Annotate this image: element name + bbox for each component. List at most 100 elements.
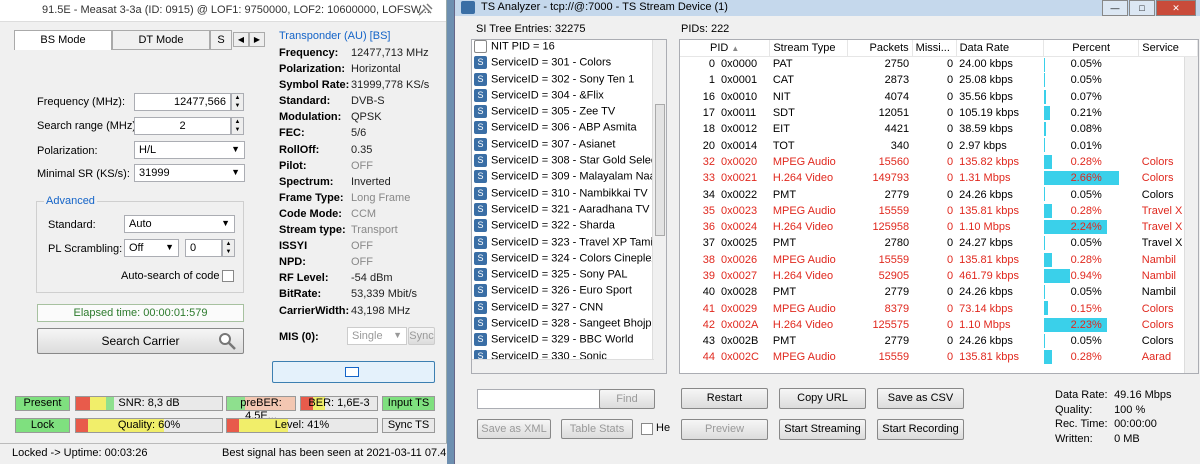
- tree-vertical-scrollbar[interactable]: [652, 40, 666, 373]
- save-csv-button[interactable]: Save as CSV: [877, 388, 964, 409]
- pids-table: PID ▲ Stream Type Packets Missi... Data …: [680, 40, 1198, 366]
- table-row[interactable]: 41 0x0029 MPEG Audio 8379 0 73.14 kbps 0.15% Co…: [680, 300, 1198, 316]
- search-range-input[interactable]: 2: [134, 117, 231, 135]
- si-tree-item[interactable]: S ServiceID = 323 - Travel XP Tamil: [472, 235, 666, 252]
- table-row[interactable]: 42 0x002A H.264 Video 125575 0 1.10 Mbps 2.23%…: [680, 317, 1198, 333]
- table-row[interactable]: 44 0x002C MPEG Audio 15559 0 135.81 kbps 0.28%…: [680, 349, 1198, 365]
- service-icon: S: [474, 105, 487, 119]
- si-tree-item[interactable]: S ServiceID = 324 - Colors Cineplex: [472, 251, 666, 268]
- table-row[interactable]: 38 0x0026 MPEG Audio 15559 0 135.81 kbps 0.28%…: [680, 252, 1198, 268]
- spec-value: DVB-S: [351, 95, 385, 108]
- si-tree-item[interactable]: S ServiceID = 329 - BBC World: [472, 333, 666, 349]
- si-tree-panel: SI Tree Entries: 32275 NIT PID = 16 S Serv…: [471, 23, 667, 374]
- percent-value: 0.07%: [1070, 90, 1102, 103]
- spec-key: ISSYI: [279, 240, 308, 253]
- tab-s-mode[interactable]: S: [210, 30, 232, 50]
- column-header-data-rate[interactable]: Data Rate: [956, 40, 1045, 57]
- close-icon[interactable]: ✕: [1156, 0, 1196, 16]
- tab-scroll-left-icon[interactable]: ◀: [233, 32, 249, 47]
- tab-bs-mode[interactable]: BS Mode: [14, 30, 112, 50]
- service-icon: S: [474, 121, 487, 135]
- table-row[interactable]: 35 0x0023 MPEG Audio 15559 0 135.81 kbps 0.28%…: [680, 203, 1198, 219]
- spec-row: Symbol Rate: 31999,778 KS/s: [279, 79, 444, 95]
- table-row[interactable]: 39 0x0027 H.264 Video 52905 0 461.79 kbps 0.94…: [680, 268, 1198, 284]
- si-tree-item[interactable]: S ServiceID = 326 - Euro Sport: [472, 284, 666, 300]
- si-tree-item[interactable]: S ServiceID = 321 - Aaradhana TV: [472, 202, 666, 219]
- cell-packets: 15559: [878, 253, 910, 266]
- search-carrier-button[interactable]: Search Carrier: [37, 328, 244, 354]
- cell-packets: 12051: [878, 107, 910, 120]
- cell-pid: 0 0x0000: [680, 56, 770, 72]
- si-tree-item[interactable]: S ServiceID = 325 - Sony PAL: [472, 268, 666, 284]
- table-row[interactable]: 0 0x0000 PAT 2750 0 24.00 kbps 0.05%: [680, 56, 1198, 72]
- restart-button[interactable]: Restart: [681, 388, 768, 409]
- table-row[interactable]: 18 0x0012 EIT 4421 0 38.59 kbps 0.08%: [680, 121, 1198, 137]
- search-range-spinner[interactable]: ▲ ▼: [231, 117, 244, 135]
- pl-scrambling-select[interactable]: Off ▼: [124, 239, 179, 257]
- si-tree-item[interactable]: S ServiceID = 310 - Nambikkai TV: [472, 186, 666, 203]
- table-row[interactable]: 32 0x0020 MPEG Audio 15560 0 135.82 kbps 0.28%…: [680, 154, 1198, 170]
- polarization-select[interactable]: H/L ▼: [134, 141, 245, 159]
- find-button[interactable]: Find: [599, 389, 655, 409]
- start-streaming-button[interactable]: Start Streaming: [779, 419, 866, 440]
- copy-url-button[interactable]: Copy URL: [779, 388, 866, 409]
- si-tree-item-label: ServiceID = 307 - Asianet: [491, 138, 616, 151]
- pl-code-spinner[interactable]: ▲ ▼: [222, 239, 235, 257]
- si-tree-list[interactable]: NIT PID = 16 S ServiceID = 301 - Colors S Se…: [471, 39, 667, 374]
- table-row[interactable]: 16 0x0010 NIT 4074 0 35.56 kbps 0.07%: [680, 89, 1198, 105]
- minimize-icon[interactable]: —: [1102, 0, 1128, 16]
- column-header-pid[interactable]: PID ▲: [680, 40, 771, 57]
- column-header-missing[interactable]: Missi...: [912, 40, 957, 57]
- si-tree-item[interactable]: S ServiceID = 322 - Sharda: [472, 219, 666, 235]
- autosearch-checkbox[interactable]: [222, 270, 234, 282]
- service-icon: S: [474, 235, 487, 249]
- pids-vertical-scrollbar[interactable]: [1184, 57, 1198, 373]
- table-row[interactable]: 1 0x0001 CAT 2873 0 25.08 kbps 0.05%: [680, 72, 1198, 88]
- si-tree-item[interactable]: S ServiceID = 308 - Star Gold Select: [472, 154, 666, 170]
- tree-horizontal-scrollbar[interactable]: [472, 359, 654, 373]
- table-row[interactable]: 20 0x0014 TOT 340 0 2.97 kbps 0.01%: [680, 137, 1198, 153]
- si-tree-item[interactable]: S ServiceID = 301 - Colors: [472, 56, 666, 72]
- si-tree-item[interactable]: S ServiceID = 328 - Sangeet Bhojpur: [472, 317, 666, 333]
- table-row[interactable]: 17 0x0011 SDT 12051 0 105.19 kbps 0.21%: [680, 105, 1198, 121]
- tab-scroll-right-icon[interactable]: ▶: [249, 32, 265, 47]
- table-row[interactable]: 40 0x0028 PMT 2779 0 24.26 kbps 0.05% Nambil: [680, 284, 1198, 300]
- stat-value: 49.16 Mbps: [1114, 389, 1172, 401]
- si-tree-item[interactable]: S ServiceID = 302 - Sony Ten 1: [472, 72, 666, 89]
- pids-table-body: 0 0x0000 PAT 2750 0 24.00 kbps 0.05% 1 0x0001 CAT…: [680, 56, 1198, 366]
- si-tree-item[interactable]: S ServiceID = 307 - Asianet: [472, 137, 666, 154]
- mis-mode-select: Single ▼: [347, 327, 407, 345]
- save-xml-button[interactable]: Save as XML: [477, 419, 551, 439]
- column-header-stream-type[interactable]: Stream Type: [769, 40, 849, 57]
- cell-pid: 1 0x0001: [680, 72, 770, 88]
- cell-percent: 0.05%: [1043, 235, 1139, 251]
- table-stats-button[interactable]: Table Stats: [561, 419, 633, 439]
- tab-dt-mode[interactable]: DT Mode: [112, 30, 210, 50]
- column-header-packets[interactable]: Packets: [847, 40, 913, 57]
- table-row[interactable]: 37 0x0025 PMT 2780 0 24.27 kbps 0.05% Travel X: [680, 235, 1198, 251]
- column-header-percent[interactable]: Percent: [1043, 40, 1140, 57]
- minimal-sr-select[interactable]: 31999 ▼: [134, 164, 245, 182]
- window-toggle-button[interactable]: [272, 361, 435, 383]
- table-row[interactable]: 36 0x0024 H.264 Video 125958 0 1.10 Mbps 2.24%…: [680, 219, 1198, 235]
- maximize-icon[interactable]: □: [1129, 0, 1155, 16]
- table-row[interactable]: 43 0x002B PMT 2779 0 24.26 kbps 0.05% Colors: [680, 333, 1198, 349]
- si-tree-item[interactable]: S ServiceID = 309 - Malayalam Naap: [472, 170, 666, 186]
- si-tree-item[interactable]: NIT PID = 16: [472, 40, 666, 56]
- frequency-input[interactable]: 12477,566: [134, 93, 231, 111]
- frequency-spinner[interactable]: ▲ ▼: [231, 93, 244, 111]
- si-tree-item[interactable]: S ServiceID = 304 - &Flix: [472, 88, 666, 105]
- table-row[interactable]: 34 0x0022 PMT 2779 0 24.26 kbps 0.05% Colors: [680, 186, 1198, 202]
- start-recording-button[interactable]: Start Recording: [877, 419, 964, 440]
- tree-scroll-thumb[interactable]: [655, 104, 665, 236]
- si-tree-item[interactable]: S ServiceID = 305 - Zee TV: [472, 105, 666, 121]
- preview-button[interactable]: Preview: [681, 419, 768, 440]
- pl-code-input[interactable]: 0: [185, 239, 222, 257]
- column-header-service[interactable]: Service: [1138, 40, 1198, 57]
- table-row[interactable]: 33 0x0021 H.264 Video 149793 0 1.31 Mbps 2.66%…: [680, 170, 1198, 186]
- si-tree-item[interactable]: S ServiceID = 327 - CNN: [472, 300, 666, 317]
- cell-packets: 4074: [884, 90, 910, 103]
- standard-select[interactable]: Auto ▼: [124, 215, 235, 233]
- hex-checkbox[interactable]: [641, 423, 653, 435]
- si-tree-item[interactable]: S ServiceID = 306 - ABP Asmita: [472, 121, 666, 137]
